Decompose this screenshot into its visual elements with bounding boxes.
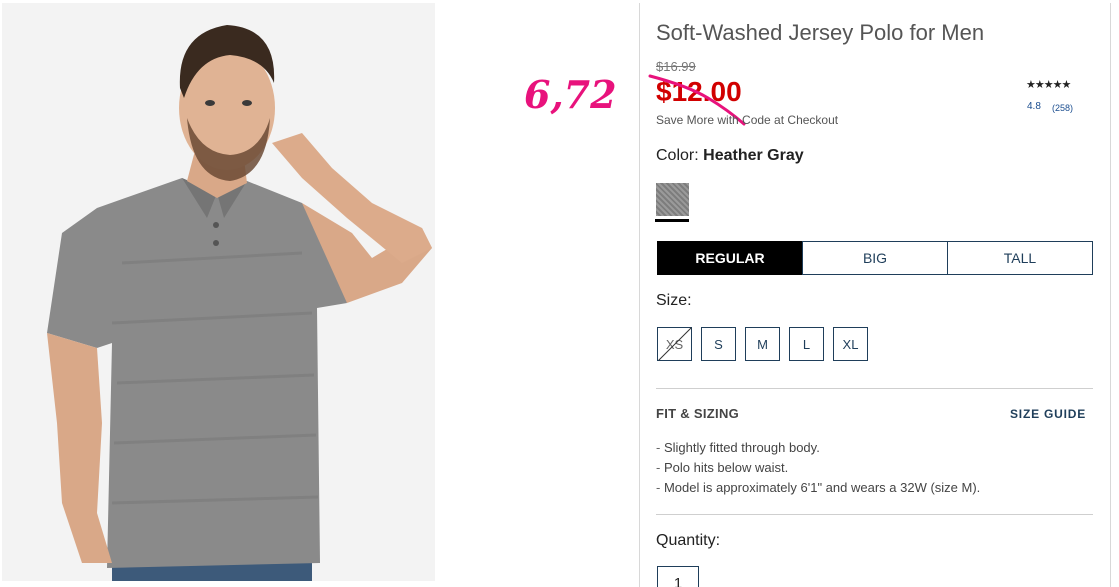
- rating-value: 4.8: [1027, 101, 1041, 112]
- product-title: Soft-Washed Jersey Polo for Men: [656, 20, 985, 45]
- size-options: XS S M L XL: [657, 327, 868, 361]
- size-button-xl[interactable]: XL: [833, 327, 868, 361]
- handwritten-price-annotation: 6,72: [524, 72, 617, 117]
- quantity-label: Quantity:: [656, 532, 721, 549]
- rating-widget[interactable]: ★★★★★ 4.8 (258): [1026, 78, 1086, 113]
- tab-big[interactable]: BIG: [802, 241, 948, 275]
- size-label: Size:: [656, 292, 692, 309]
- sale-price: $12.00: [656, 76, 742, 107]
- color-swatch-heather-gray[interactable]: [656, 183, 689, 216]
- tab-regular[interactable]: REGULAR: [657, 241, 803, 275]
- list-item: Model is approximately 6'1" and wears a …: [656, 478, 980, 498]
- original-price: $16.99: [656, 59, 696, 74]
- divider: [656, 388, 1093, 389]
- size-button-m[interactable]: M: [745, 327, 780, 361]
- fit-notes-list: Slightly fitted through body. Polo hits …: [656, 438, 980, 498]
- color-selection: Color: Heather Gray: [656, 147, 804, 165]
- fit-type-tabs: REGULAR BIG TALL: [657, 241, 1093, 275]
- quantity-select[interactable]: 1: [657, 566, 699, 587]
- list-item: Polo hits below waist.: [656, 458, 980, 478]
- size-button-s[interactable]: S: [701, 327, 736, 361]
- selected-color-name: Heather Gray: [703, 147, 804, 164]
- star-rating-icon: ★★★★★: [1026, 79, 1071, 91]
- tab-tall[interactable]: TALL: [947, 241, 1093, 275]
- fit-sizing-heading: FIT & SIZING: [656, 406, 740, 421]
- divider: [656, 514, 1093, 515]
- promo-text: Save More with Code at Checkout: [656, 113, 839, 127]
- review-count-link[interactable]: (258): [1052, 103, 1073, 113]
- list-item: Slightly fitted through body.: [656, 438, 980, 458]
- product-image[interactable]: [2, 3, 435, 581]
- size-guide-link[interactable]: SIZE GUIDE: [1010, 407, 1086, 421]
- swatch-selected-indicator: [655, 219, 689, 222]
- model-photo-illustration: [2, 3, 435, 581]
- size-button-l[interactable]: L: [789, 327, 824, 361]
- size-button-xs[interactable]: XS: [657, 327, 692, 361]
- color-label: Color:: [656, 147, 699, 164]
